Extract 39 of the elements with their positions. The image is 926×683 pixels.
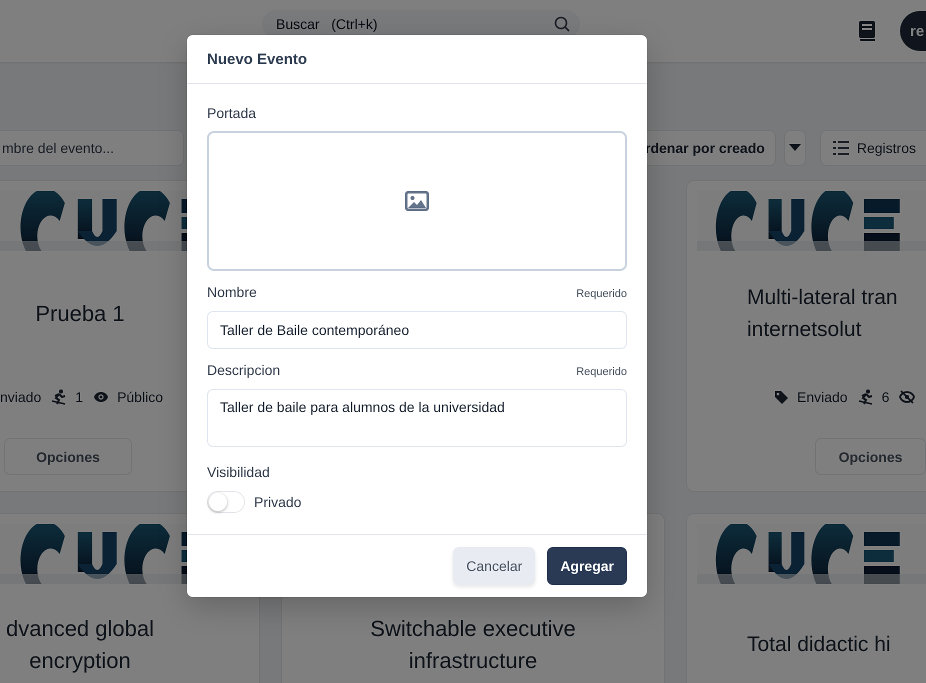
field-label: Visibilidad [207, 464, 271, 480]
toggle-label: Privado [254, 494, 302, 510]
records-button[interactable]: Registros [820, 130, 926, 166]
list-icon [832, 141, 849, 155]
eye-slash-icon [899, 390, 916, 404]
name-field[interactable]: Taller de Baile contemporáneo [207, 311, 627, 349]
status-label: Enviado [797, 389, 848, 405]
field-label: Portada [207, 105, 258, 121]
caret-icon [788, 144, 801, 152]
participant-count: 6 [882, 389, 890, 405]
event-title: Prueba 1 [35, 300, 125, 328]
add-button[interactable]: Agregar [547, 547, 627, 585]
search-icon [554, 16, 570, 32]
toggle-switch[interactable] [207, 491, 245, 513]
description-field[interactable]: Taller de baile para alumnos de la universidad [207, 389, 627, 447]
meta-text: nviado [0, 389, 42, 405]
eye-icon [93, 391, 110, 403]
name-filter-field[interactable]: mbre del evento... [0, 130, 184, 166]
event-title: Multi-lateral tran internetsolut [747, 285, 898, 343]
event-title: dvanced global encryption [6, 614, 154, 675]
sort-direction-button[interactable] [784, 130, 806, 166]
dialog-title: Nuevo Evento [207, 50, 308, 68]
field-label: Nombre [207, 284, 257, 300]
tag-icon [774, 390, 789, 404]
image-icon [405, 191, 429, 211]
options-button[interactable]: Opciones [4, 438, 132, 475]
event-title: Switchable executive infrastructure [370, 614, 576, 674]
user-avatar[interactable]: re [900, 11, 926, 51]
cancel-button[interactable]: Cancelar [453, 547, 536, 585]
book-icon[interactable] [858, 20, 876, 42]
options-button[interactable]: Opciones [815, 438, 926, 475]
field-label: Descripcion [207, 362, 280, 378]
skier-icon [51, 389, 68, 405]
event-title: Total didactic hi [747, 632, 891, 658]
required-hint: Requerido [576, 288, 627, 300]
participant-count: 1 [75, 389, 84, 405]
required-hint: Requerido [576, 366, 627, 378]
skier-icon [858, 389, 874, 405]
visibility-label: Público [117, 389, 163, 405]
